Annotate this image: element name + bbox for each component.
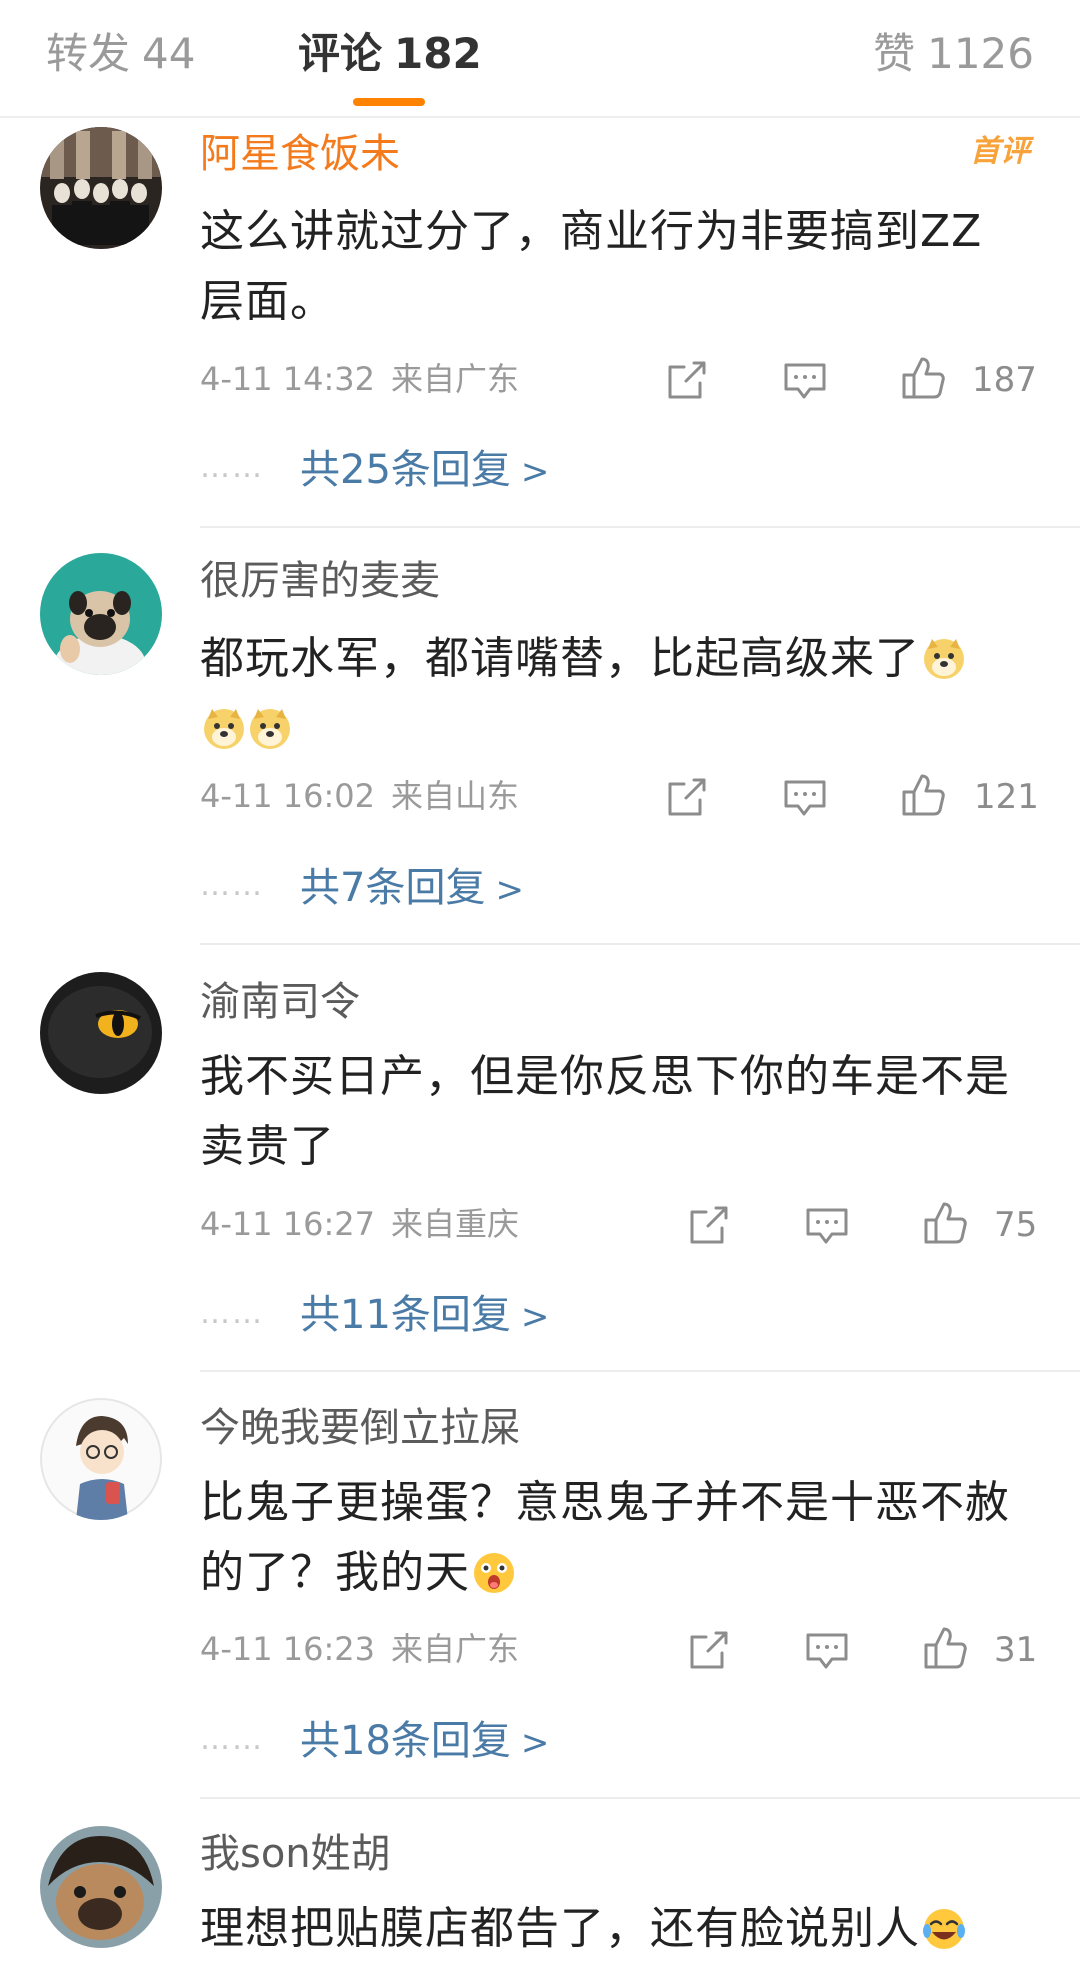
- like-icon[interactable]: [900, 772, 946, 818]
- avatar[interactable]: [40, 127, 162, 249]
- comment-text: 这么讲就过分了，商业行为非要搞到ZZ层面。: [200, 206, 983, 327]
- share-icon[interactable]: [686, 1202, 732, 1248]
- share-icon[interactable]: [664, 357, 710, 403]
- comment-date: 4-11 16:02: [200, 777, 376, 815]
- tab-repost-count: 44: [142, 29, 196, 78]
- replies-label: 共7条回复: [300, 865, 486, 911]
- like-count: 121: [974, 777, 1039, 817]
- username[interactable]: 阿星食饭未: [200, 126, 400, 182]
- like-count: 187: [972, 360, 1037, 400]
- chevron-right-icon: >: [520, 1297, 550, 1337]
- laugh-cry-emoji-icon: [922, 1907, 966, 1951]
- view-replies-link[interactable]: 共25条回复 >: [300, 442, 549, 500]
- divider: [200, 1797, 1080, 1799]
- share-icon[interactable]: [664, 774, 710, 820]
- divider: [200, 526, 1080, 528]
- view-replies-link[interactable]: 共18条回复 >: [300, 1713, 549, 1771]
- comment-text-body: 比鬼子更操蛋？意思鬼子并不是十恶不赦的了？我的天: [200, 1477, 1010, 1598]
- like-icon[interactable]: [922, 1625, 968, 1671]
- divider: [200, 943, 1080, 945]
- comment-icon[interactable]: [782, 357, 828, 403]
- comment-date: 4-11 14:32: [200, 360, 376, 398]
- comment-location: 来自重庆: [391, 1205, 520, 1243]
- comment-meta: 4-11 16:02 来自山东: [200, 774, 519, 818]
- doge-emoji-icon: [202, 707, 246, 751]
- replies-label: 共18条回复: [300, 1718, 511, 1764]
- avatar[interactable]: [40, 553, 162, 675]
- like-icon[interactable]: [900, 355, 946, 401]
- tab-likes-count: 1126: [927, 29, 1034, 78]
- username[interactable]: 我son姓胡: [200, 1826, 391, 1882]
- comment-icon[interactable]: [804, 1202, 850, 1248]
- comment-tabs: 转发 44 评论 182 赞 1126: [0, 0, 1080, 118]
- replies-label: 共25条回复: [300, 447, 511, 493]
- tab-comments-count: 182: [394, 29, 482, 78]
- comment-text: 理想把贴膜店都告了，还有脸说别人: [200, 1894, 1020, 1964]
- like-count: 31: [994, 1630, 1038, 1670]
- tab-comments-label: 评论: [298, 29, 383, 78]
- tab-likes-label: 赞: [873, 29, 916, 78]
- tab-repost[interactable]: 转发 44: [46, 24, 195, 84]
- comment-location: 来自广东: [391, 360, 520, 398]
- doge-emoji-icon: [248, 707, 292, 751]
- comment-meta: 4-11 14:32 来自广东: [200, 357, 519, 401]
- comment-meta: 4-11 16:23 来自广东: [200, 1627, 519, 1671]
- replies-label: 共11条回复: [300, 1292, 511, 1338]
- shocked-emoji-icon: [472, 1551, 516, 1595]
- comment-text-body: 都玩水军，都请嘴替，比起高级来了: [200, 633, 920, 684]
- tab-comments[interactable]: 评论 182: [298, 24, 482, 84]
- reply-dots: ……: [200, 868, 264, 903]
- comment-icon[interactable]: [782, 774, 828, 820]
- like-icon[interactable]: [922, 1200, 968, 1246]
- chevron-right-icon: >: [520, 1723, 550, 1763]
- avatar[interactable]: [40, 972, 162, 1094]
- comment-text-body: 理想把贴膜店都告了，还有脸说别人: [200, 1903, 920, 1954]
- tab-repost-label: 转发: [46, 29, 131, 78]
- comment-text: 我不买日产，但是你反思下你的车是不是卖贵了: [200, 1051, 1010, 1172]
- tab-likes[interactable]: 赞 1126: [873, 24, 1034, 84]
- comment-location: 来自山东: [391, 777, 520, 815]
- active-tab-indicator: [353, 98, 425, 106]
- comment-icon[interactable]: [804, 1627, 850, 1673]
- first-comment-badge: 首评: [970, 134, 1030, 169]
- username[interactable]: 很厉害的麦麦: [200, 553, 440, 609]
- avatar[interactable]: [40, 1826, 162, 1948]
- reply-dots: ……: [200, 1296, 264, 1331]
- reply-dots: ……: [200, 1722, 264, 1757]
- comment-location: 来自广东: [391, 1630, 520, 1668]
- like-count: 75: [994, 1205, 1038, 1245]
- avatar[interactable]: [40, 1398, 162, 1520]
- view-replies-link[interactable]: 共7条回复 >: [300, 860, 524, 918]
- comment-date: 4-11 16:27: [200, 1205, 376, 1243]
- reply-dots: ……: [200, 450, 264, 485]
- view-replies-link[interactable]: 共11条回复 >: [300, 1287, 549, 1345]
- doge-emoji-icon: [922, 637, 966, 681]
- comment-text: 比鬼子更操蛋？意思鬼子并不是十恶不赦的了？我的天: [200, 1468, 1020, 1608]
- comment-meta: 4-11 16:27 来自重庆: [200, 1202, 519, 1246]
- divider: [200, 1370, 1080, 1372]
- comment-date: 4-11 16:23: [200, 1630, 376, 1668]
- username[interactable]: 今晚我要倒立拉屎: [200, 1400, 520, 1456]
- share-icon[interactable]: [686, 1627, 732, 1673]
- comment-text: 都玩水军，都请嘴替，比起高级来了: [200, 624, 1020, 764]
- chevron-right-icon: >: [495, 870, 524, 910]
- username[interactable]: 渝南司令: [200, 974, 360, 1030]
- chevron-right-icon: >: [520, 452, 550, 492]
